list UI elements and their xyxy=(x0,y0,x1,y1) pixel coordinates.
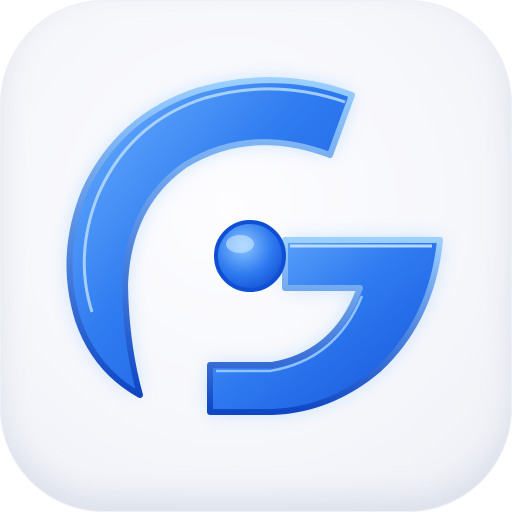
app-icon[interactable] xyxy=(0,0,512,512)
g-logo-icon xyxy=(66,77,443,415)
g-dot-node xyxy=(214,220,286,292)
